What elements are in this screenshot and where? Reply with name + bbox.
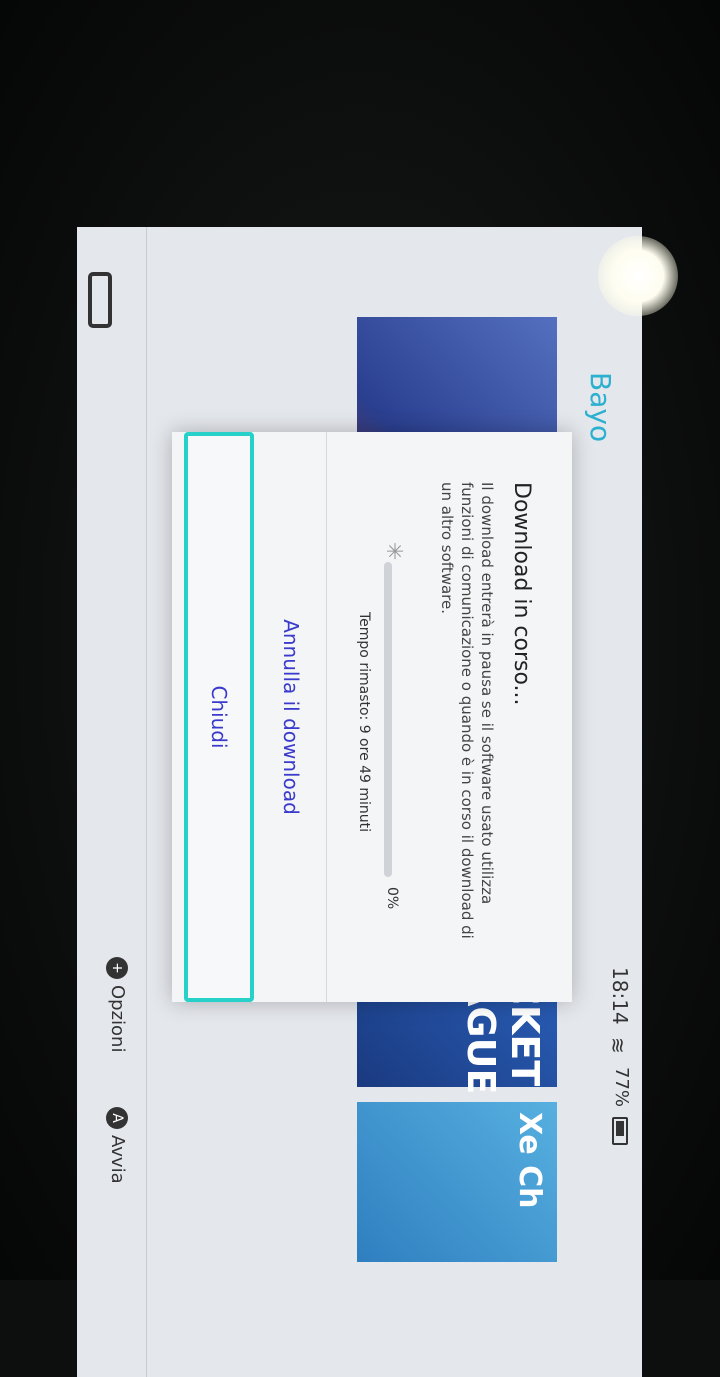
game-tile-xenoblade[interactable]: Xe Ch xyxy=(357,1102,557,1262)
loading-spinner-icon: ✳ xyxy=(381,542,406,561)
screen-glare xyxy=(598,236,678,316)
selected-game-title: Bayo xyxy=(584,372,617,443)
cancel-download-button[interactable]: Annulla il download xyxy=(256,432,326,1002)
options-label: Opzioni xyxy=(107,985,128,1053)
download-dialog: Download in corso... Il download entrerà… xyxy=(172,432,572,1002)
start-label: Avvia xyxy=(107,1135,128,1184)
switch-screen: 18:14 ≋ 77% Bayo CKET AGUE Xe Ch +Opzion… xyxy=(77,227,642,1377)
time-remaining: Tempo rimasto: 9 ore 49 minuti xyxy=(356,612,372,833)
close-button[interactable]: Chiudi xyxy=(184,432,254,1002)
battery-icon xyxy=(612,1117,628,1145)
wifi-icon: ≋ xyxy=(606,1037,630,1054)
tile-label: Xe Ch xyxy=(512,1112,547,1209)
dialog-title: Download in corso... xyxy=(509,482,534,706)
download-progress-bar xyxy=(384,562,392,877)
clock: 18:14 xyxy=(608,967,632,1025)
divider xyxy=(326,432,327,1002)
dialog-message: Il download entrerà in pausa se il softw… xyxy=(438,482,496,939)
console-mode-icon xyxy=(88,272,112,328)
start-hint[interactable]: A Avvia xyxy=(106,1107,128,1184)
options-hint[interactable]: + Opzioni xyxy=(106,957,128,1052)
plus-button-icon: + xyxy=(106,957,128,979)
battery-level: 77% xyxy=(611,1067,632,1108)
bottom-bar: + Opzioni A Avvia xyxy=(77,227,147,1377)
a-button-icon: A xyxy=(106,1107,128,1129)
progress-percent: 0% xyxy=(384,887,400,910)
